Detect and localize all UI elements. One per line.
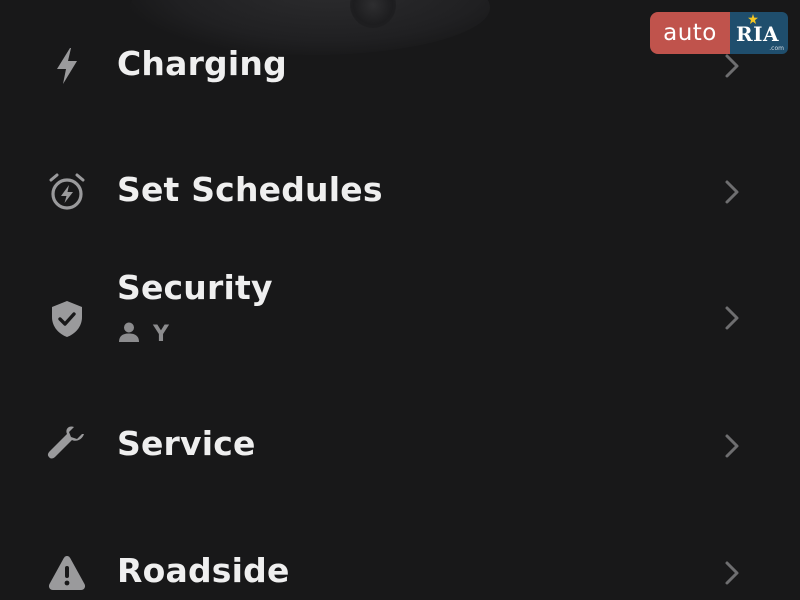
security-subtitle-text: Y [153, 321, 169, 347]
chevron-right-icon [718, 49, 746, 83]
menu-item-charging[interactable]: Charging [0, 40, 800, 92]
wrench-icon [44, 423, 90, 469]
menu-item-roadside[interactable]: Roadside [0, 547, 800, 599]
chevron-right-icon [718, 175, 746, 209]
chevron-right-icon [718, 301, 746, 335]
menu-item-label: Set Schedules [117, 170, 383, 209]
menu-item-label: Service [117, 424, 256, 463]
warning-triangle-icon [44, 550, 90, 596]
menu-item-set-schedules[interactable]: Set Schedules [0, 166, 800, 218]
menu-item-label: Security [117, 268, 273, 307]
menu-item-service[interactable]: Service [0, 420, 800, 472]
menu-item-label: Roadside [117, 551, 290, 590]
vehicle-menu-list: Charging Set Schedules Security Y Servic… [0, 0, 800, 600]
chevron-right-icon [718, 556, 746, 590]
menu-item-label: Charging [117, 44, 287, 83]
security-subtitle: Y [117, 320, 169, 348]
lightning-bolt-icon [44, 43, 90, 89]
menu-item-security[interactable]: Security Y [0, 264, 800, 360]
chevron-right-icon [718, 429, 746, 463]
person-icon [117, 320, 141, 348]
alarm-clock-icon [44, 169, 90, 215]
shield-check-icon [44, 296, 90, 342]
